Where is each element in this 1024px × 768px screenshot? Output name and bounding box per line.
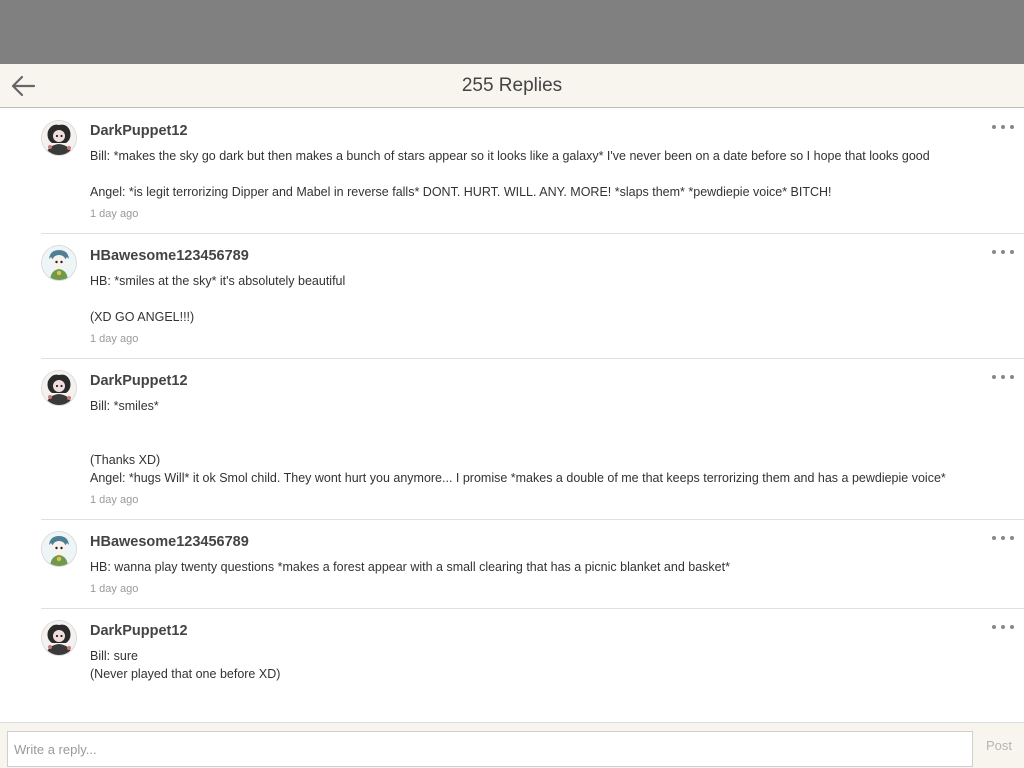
replies-header: 255 Replies [0, 64, 1024, 108]
reply-text-line: Bill: *makes the sky go dark but then ma… [90, 149, 930, 163]
system-status-strip [0, 0, 1024, 64]
ellipsis-dot-icon [1001, 536, 1005, 540]
username-link[interactable]: DarkPuppet12 [90, 621, 1024, 641]
ellipsis-dot-icon [992, 250, 996, 254]
reply-timestamp: 1 day ago [90, 333, 139, 345]
avatar[interactable] [42, 246, 76, 280]
page-title: 255 Replies [461, 75, 563, 96]
ellipsis-dot-icon [1001, 125, 1005, 129]
more-options-button[interactable] [992, 621, 1014, 633]
username-link[interactable]: HBawesome123456789 [90, 246, 1024, 266]
reply-item: DarkPuppet12 Bill: *makes the sky go dark… [41, 109, 1024, 234]
reply-text-line: Bill: *smiles* [90, 399, 159, 413]
avatar[interactable] [42, 532, 76, 566]
ellipsis-dot-icon [1010, 375, 1014, 379]
ellipsis-dot-icon [1010, 125, 1014, 129]
avatar[interactable] [42, 121, 76, 155]
reply-text-line: Angel: *hugs Will* it ok Smol child. The… [90, 471, 946, 485]
more-options-button[interactable] [992, 121, 1014, 133]
reply-timestamp: 1 day ago [90, 583, 139, 595]
reply-thread[interactable]: DarkPuppet12 Bill: *makes the sky go dark… [0, 109, 1024, 722]
reply-item: DarkPuppet12 Bill: *smiles* (Thanks XD) Ang… [41, 359, 1024, 520]
avatar[interactable] [42, 371, 76, 405]
avatar[interactable] [42, 621, 76, 655]
reply-text-line: (Never played that one before XD) [90, 667, 281, 681]
reply-timestamp: 1 day ago [90, 494, 139, 506]
ellipsis-dot-icon [1010, 250, 1014, 254]
reply-item: HBawesome123456789 HB: *smiles at the sky… [41, 234, 1024, 359]
reply-item: DarkPuppet12 Bill: sure (Never played that… [41, 609, 1024, 695]
reply-timestamp: 1 day ago [90, 208, 139, 220]
reply-body: DarkPuppet12 Bill: sure (Never played that… [90, 621, 1024, 683]
more-options-button[interactable] [992, 371, 1014, 383]
ellipsis-dot-icon [1001, 375, 1005, 379]
reply-text-line: (Thanks XD) [90, 453, 161, 467]
username-link[interactable]: DarkPuppet12 [90, 121, 1024, 141]
ellipsis-dot-icon [992, 375, 996, 379]
more-options-button[interactable] [992, 246, 1014, 258]
reply-input[interactable] [7, 731, 973, 767]
post-button[interactable]: Post [986, 738, 1012, 753]
ellipsis-dot-icon [1001, 250, 1005, 254]
reply-text-line: HB: *smiles at the sky* it's absolutely … [90, 274, 346, 288]
ellipsis-dot-icon [1001, 625, 1005, 629]
username-link[interactable]: DarkPuppet12 [90, 371, 1024, 391]
ellipsis-dot-icon [992, 536, 996, 540]
reply-body: HBawesome123456789 HB: wanna play twenty … [90, 532, 1024, 596]
ellipsis-dot-icon [1010, 625, 1014, 629]
username-link[interactable]: HBawesome123456789 [90, 532, 1024, 552]
reply-item: HBawesome123456789 HB: wanna play twenty … [41, 520, 1024, 609]
reply-body: HBawesome123456789 HB: *smiles at the sky… [90, 246, 1024, 346]
ellipsis-dot-icon [992, 625, 996, 629]
reply-body: DarkPuppet12 Bill: *smiles* (Thanks XD) Ang… [90, 371, 1024, 507]
reply-text-line: (XD GO ANGEL!!!) [90, 310, 195, 324]
reply-composer: Post [0, 722, 1024, 768]
ellipsis-dot-icon [1010, 536, 1014, 540]
reply-text-line: Angel: *is legit terrorizing Dipper and … [90, 185, 832, 199]
ellipsis-dot-icon [992, 125, 996, 129]
reply-text-line: HB: wanna play twenty questions *makes a… [90, 560, 730, 574]
more-options-button[interactable] [992, 532, 1014, 544]
reply-body: DarkPuppet12 Bill: *makes the sky go dark… [90, 121, 1024, 221]
reply-text-line: Bill: sure [90, 649, 138, 663]
